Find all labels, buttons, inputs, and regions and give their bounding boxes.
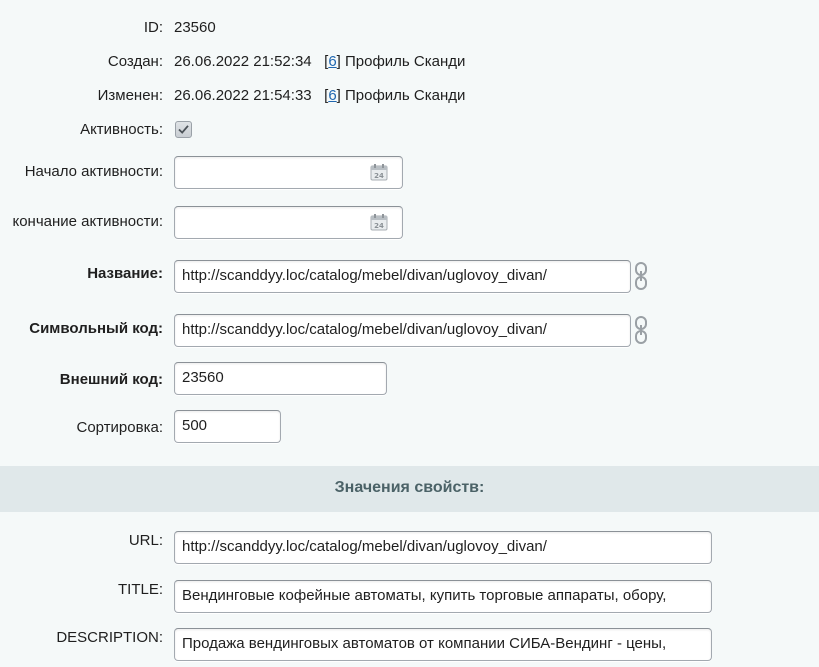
active-to-label: кончание активности:: [12, 213, 163, 230]
active-label: Активность:: [80, 121, 163, 138]
svg-text:24: 24: [374, 222, 384, 230]
modified-info: 26.06.2022 21:54:33 [6] Профиль Сканди: [174, 87, 466, 104]
checkmark-icon: [178, 125, 189, 134]
active-from-input[interactable]: [174, 156, 403, 189]
properties-section-header: Значения свойств:: [0, 466, 819, 512]
sort-input[interactable]: 500: [174, 410, 281, 443]
active-from-label: Начало активности:: [24, 163, 163, 180]
created-info: 26.06.2022 21:52:34 [6] Профиль Сканди: [174, 53, 466, 70]
modified-user-name: ] Профиль Сканди: [336, 87, 466, 104]
url-input[interactable]: http://scanddyy.loc/catalog/mebel/divan/…: [174, 531, 712, 564]
calendar-icon[interactable]: 24: [370, 213, 388, 231]
name-input[interactable]: http://scanddyy.loc/catalog/mebel/divan/…: [174, 260, 631, 293]
modified-date: 26.06.2022 21:54:33: [174, 87, 312, 104]
id-label: ID:: [143, 19, 163, 36]
meta-title-input[interactable]: Вендинговые кофейные автоматы, купить то…: [174, 580, 712, 613]
modified-label: Изменен:: [97, 87, 163, 104]
calendar-icon[interactable]: 24: [370, 163, 388, 181]
url-label: URL:: [128, 532, 163, 549]
created-date: 26.06.2022 21:52:34: [174, 53, 312, 70]
active-checkbox[interactable]: [175, 121, 192, 138]
xml-id-label: Внешний код:: [59, 371, 163, 388]
xml-id-input[interactable]: 23560: [174, 362, 387, 395]
created-user-name: ] Профиль Сканди: [336, 53, 466, 70]
svg-text:24: 24: [374, 172, 384, 180]
description-label: DESCRIPTION:: [56, 629, 163, 646]
link-chain-icon[interactable]: [634, 261, 648, 291]
code-input[interactable]: http://scanddyy.loc/catalog/mebel/divan/…: [174, 314, 631, 347]
description-input[interactable]: Продажа вендинговых автоматов от компани…: [174, 628, 712, 661]
id-value: 23560: [174, 19, 216, 36]
active-to-input[interactable]: [174, 206, 403, 239]
created-user-link[interactable]: 6: [328, 53, 336, 70]
modified-user-link[interactable]: 6: [328, 87, 336, 104]
name-label: Название:: [87, 265, 163, 282]
sort-label: Сортировка:: [76, 419, 164, 436]
link-chain-icon[interactable]: [634, 315, 648, 345]
meta-title-label: TITLE:: [117, 581, 163, 598]
code-label: Символьный код:: [29, 320, 163, 337]
created-label: Создан:: [107, 53, 163, 70]
